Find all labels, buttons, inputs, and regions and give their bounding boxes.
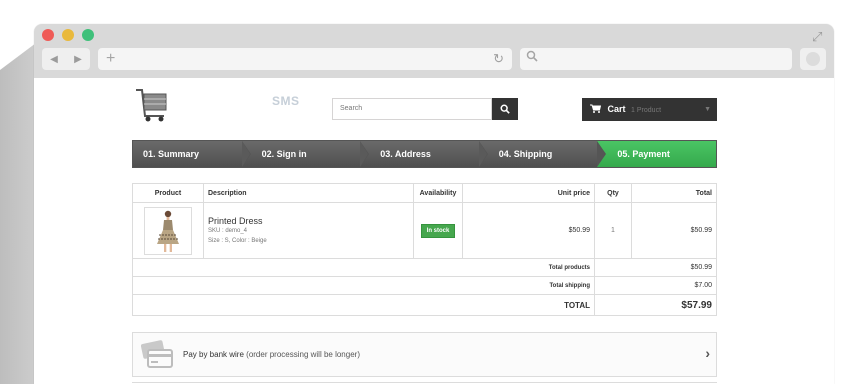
maximize-window-button[interactable] — [82, 29, 94, 41]
column-header: Product — [132, 183, 204, 203]
chevron-down-icon: ▼ — [704, 106, 711, 113]
cart-label: Cart — [607, 104, 626, 114]
cart-dropdown[interactable]: Cart 1 Product ▼ — [582, 98, 717, 121]
payment-note: (order processing will be longer) — [246, 350, 360, 359]
forward-button[interactable]: ▶ — [74, 54, 82, 65]
shop-page: SMS Search Cart 1 Product ▼ 01. Summary — [34, 78, 834, 384]
product-sku: SKU : demo_4 — [208, 227, 248, 234]
step-arrow-fill — [360, 141, 369, 167]
product-attributes: Size : S, Color : Beige — [208, 237, 267, 244]
search-icon — [526, 50, 538, 62]
shop-name: SMS — [272, 94, 300, 108]
total-shipping-row: Total shipping $7.00 — [132, 276, 717, 295]
browser-chrome: ⤢ ◀ ▶ + ↻ — [34, 24, 834, 78]
step-label: 05. Payment — [617, 149, 670, 159]
grand-total-value: $57.99 — [594, 294, 717, 316]
payment-option-bankwire[interactable]: Pay by bank wire (order processing will … — [132, 332, 717, 377]
column-header: Qty — [594, 183, 632, 203]
credit-card-icon — [141, 340, 173, 368]
cart-summary-table: Product Description Availability Unit pr… — [132, 183, 717, 316]
step-summary[interactable]: 01. Summary — [133, 141, 251, 167]
step-label: 02. Sign in — [261, 149, 307, 159]
total-products-row: Total products $50.99 — [132, 258, 717, 277]
search-button[interactable] — [492, 98, 518, 120]
new-tab-icon[interactable]: + — [106, 50, 115, 68]
total-products-label: Total products — [132, 258, 595, 277]
dress-image — [157, 210, 179, 252]
table-header-row: Product Description Availability Unit pr… — [132, 183, 717, 203]
product-thumbnail[interactable] — [144, 206, 192, 255]
minimize-window-button[interactable] — [62, 29, 74, 41]
address-bar[interactable]: + ↻ — [98, 48, 512, 70]
browser-menu-button[interactable] — [800, 48, 826, 70]
step-address[interactable]: 03. Address — [360, 141, 488, 167]
column-header: Availability — [413, 183, 463, 203]
expand-icon[interactable]: ⤢ — [812, 30, 826, 44]
total-cell: $50.99 — [631, 202, 717, 259]
availability-cell: In stock — [413, 202, 463, 259]
browser-window: ⤢ ◀ ▶ + ↻ SMS Search Cart 1 Product ▼ 01… — [34, 24, 834, 384]
reload-icon[interactable]: ↻ — [493, 51, 504, 67]
circle-icon — [806, 52, 820, 66]
chevron-right-icon: › — [705, 345, 710, 361]
total-shipping-label: Total shipping — [132, 276, 595, 295]
column-header: Total — [631, 183, 717, 203]
search-input[interactable]: Search — [332, 98, 492, 120]
description-cell: Printed Dress SKU : demo_4 Size : S, Col… — [203, 202, 414, 259]
step-arrow-fill — [241, 141, 250, 167]
step-arrow-fill — [478, 141, 487, 167]
step-sign-in[interactable]: 02. Sign in — [241, 141, 370, 167]
step-payment[interactable]: 05. Payment — [597, 141, 716, 167]
cart-icon — [590, 104, 602, 113]
grand-total-label: TOTAL — [132, 294, 595, 316]
grand-total-row: TOTAL $57.99 — [132, 294, 717, 316]
cart-logo-icon[interactable] — [134, 86, 168, 122]
unit-price-cell: $50.99 — [462, 202, 595, 259]
browser-search-bar[interactable] — [520, 48, 792, 70]
payment-text: Pay by bank wire (order processing will … — [183, 350, 360, 359]
qty-cell: 1 — [594, 202, 632, 259]
close-window-button[interactable] — [42, 29, 54, 41]
step-label: 03. Address — [380, 149, 431, 159]
in-stock-badge: In stock — [420, 223, 456, 238]
step-label: 01. Summary — [143, 149, 200, 159]
back-button[interactable]: ◀ — [50, 54, 58, 65]
total-products-value: $50.99 — [594, 258, 717, 277]
column-header: Unit price — [462, 183, 595, 203]
total-shipping-value: $7.00 — [594, 276, 717, 295]
product-cell — [132, 202, 204, 259]
checkout-steps: 01. Summary 02. Sign in 03. Address 04. … — [132, 140, 717, 168]
product-name-link[interactable]: Printed Dress — [208, 216, 412, 226]
step-label: 04. Shipping — [498, 149, 553, 159]
cart-count: 1 Product — [631, 107, 662, 114]
step-shipping[interactable]: 04. Shipping — [478, 141, 607, 167]
step-arrow-fill — [597, 141, 606, 167]
nav-buttons: ◀ ▶ — [42, 48, 90, 70]
search-icon — [500, 104, 510, 114]
column-header: Description — [203, 183, 414, 203]
table-row: Printed Dress SKU : demo_4 Size : S, Col… — [132, 202, 717, 259]
payment-method-label: Pay by bank wire — [183, 350, 244, 359]
